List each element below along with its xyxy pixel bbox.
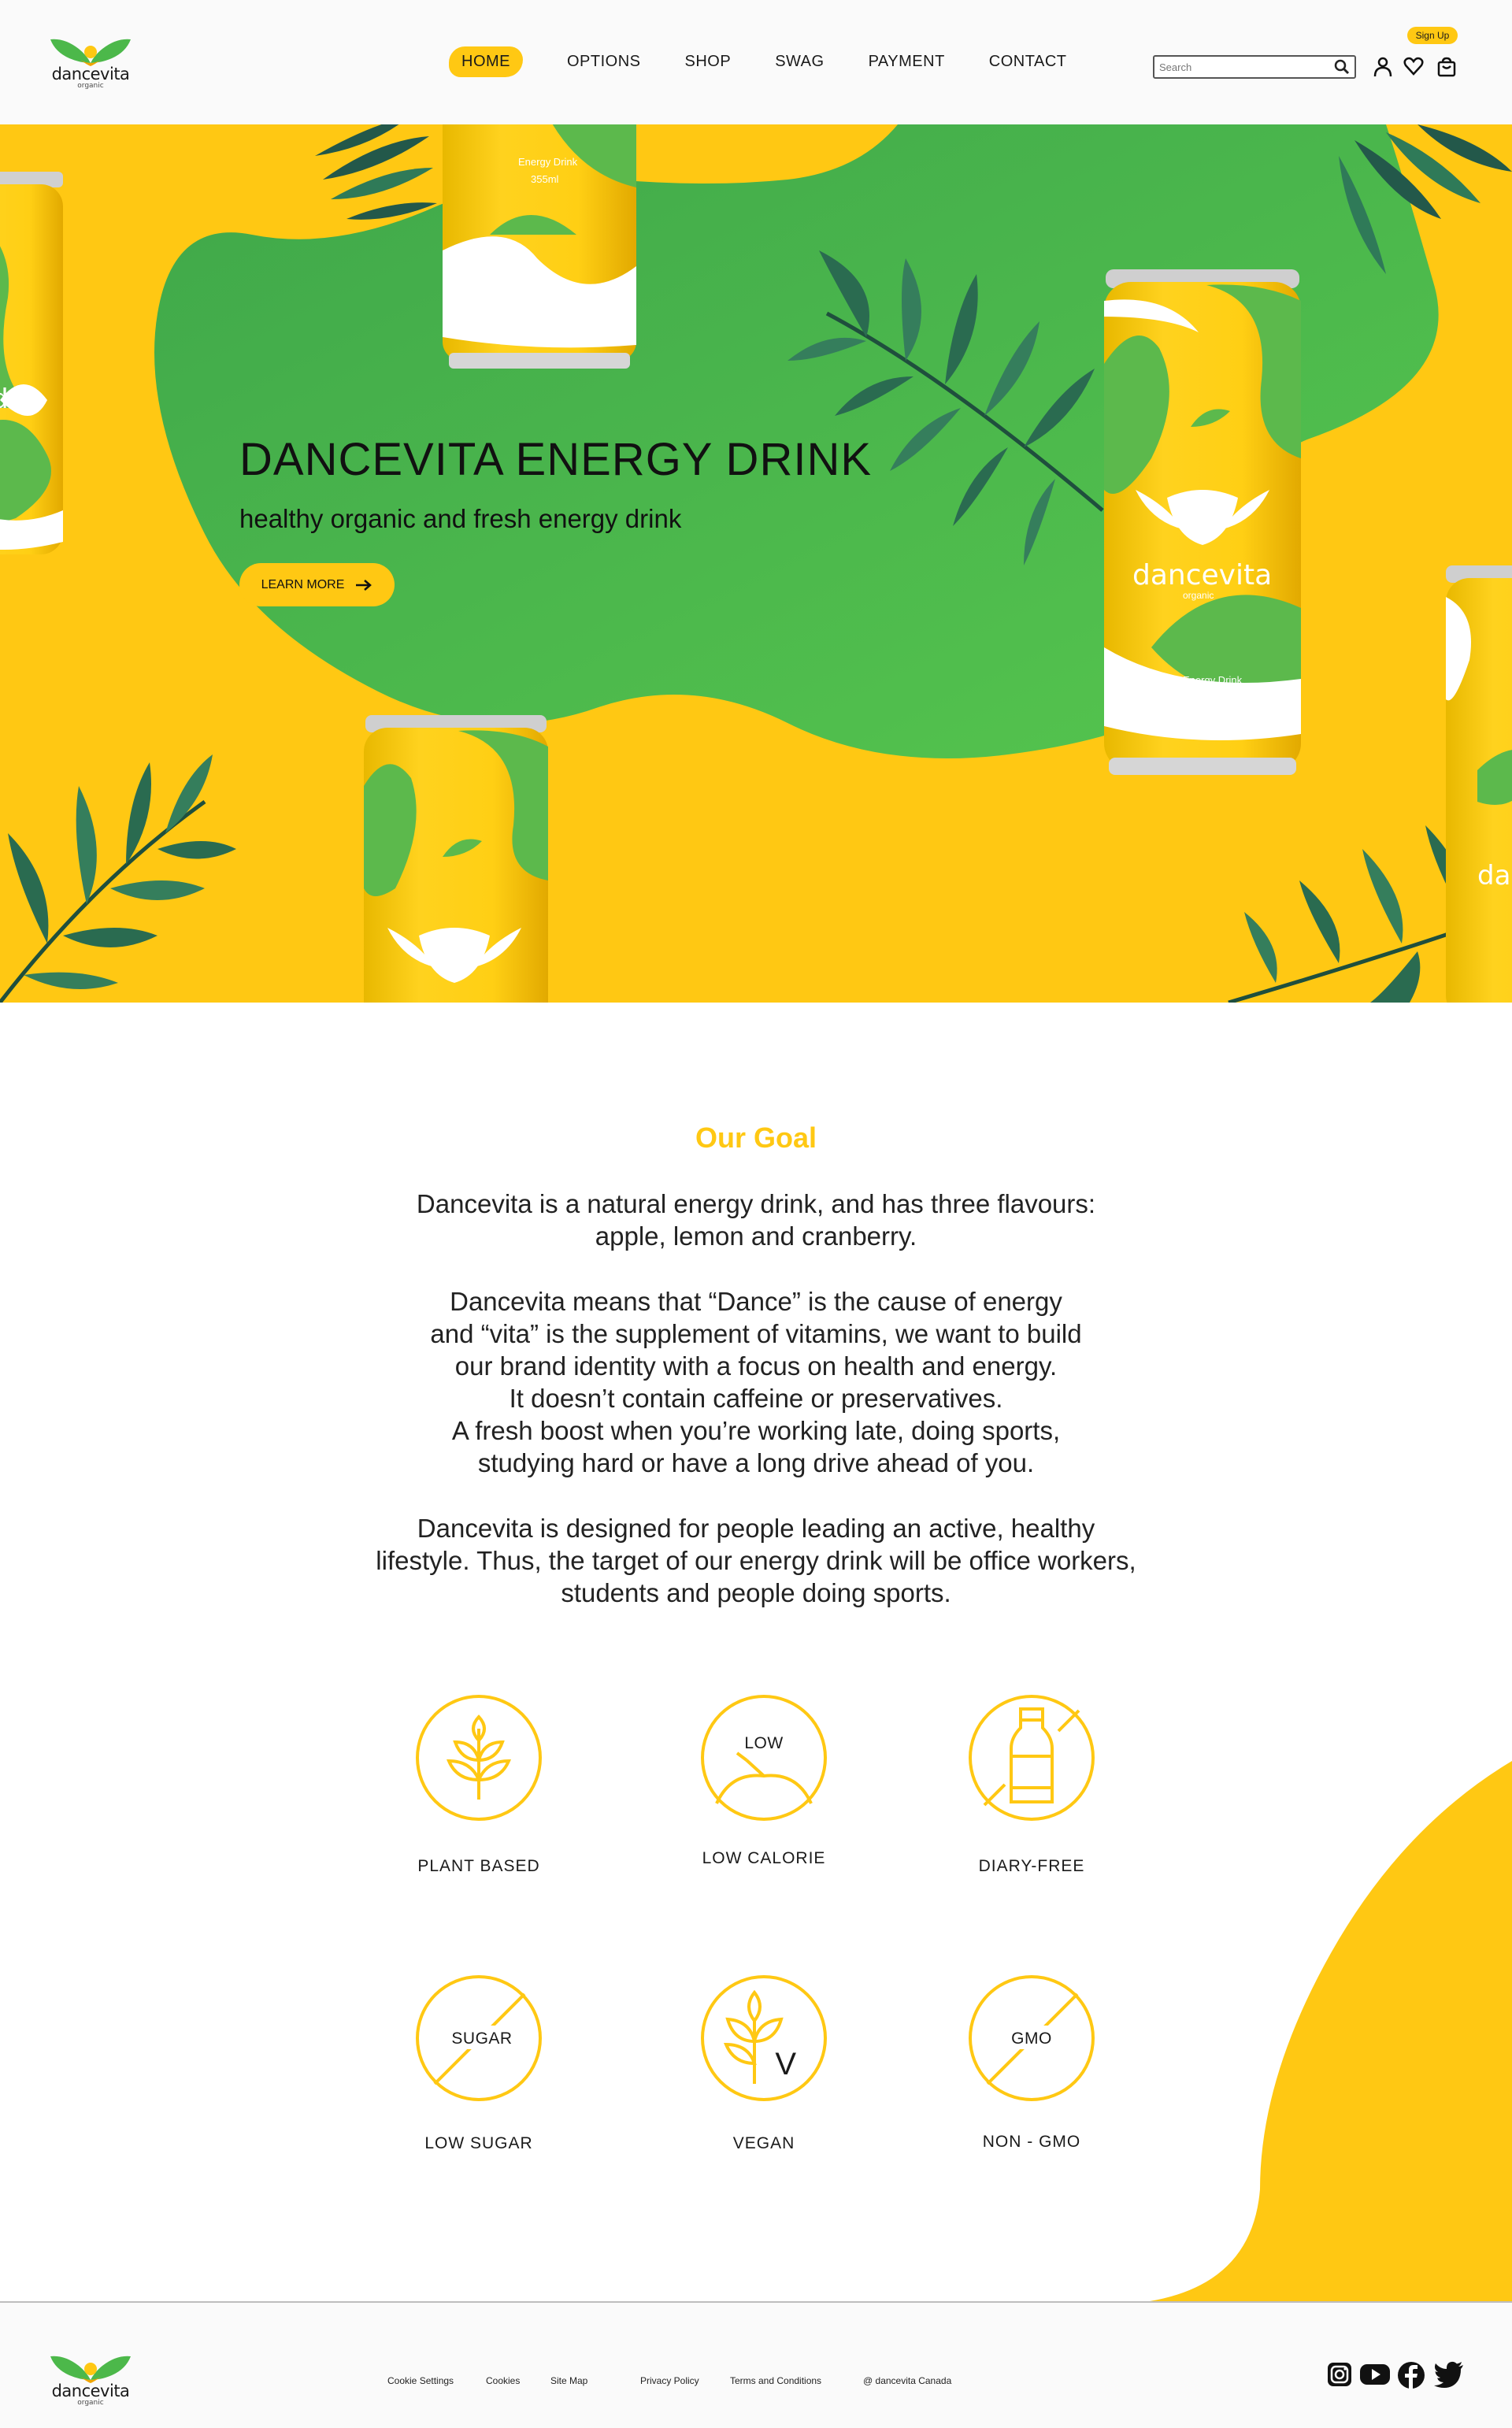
hero-subtitle: healthy organic and fresh energy drink	[239, 504, 682, 533]
can-right: da	[1446, 565, 1512, 1003]
nav-contact[interactable]: CONTACT	[989, 53, 1067, 71]
plant-icon	[416, 1695, 542, 1821]
goal-title: Our Goal	[695, 1121, 817, 1154]
goal-line: and “vita” is the supplement of vitamins…	[430, 1319, 1082, 1348]
goal-line: students and people doing sports.	[561, 1578, 951, 1607]
sugar-crossed-icon: SUGAR	[416, 1975, 542, 2101]
search-field[interactable]	[1153, 55, 1356, 79]
svg-text:Energy Drink: Energy Drink	[518, 156, 578, 168]
bottle-crossed-icon	[969, 1695, 1095, 1821]
site-footer: dancevita organic Cookie Settings Cookie…	[0, 2303, 1512, 2428]
feature-low-calorie: LOW LOW CALORIE	[669, 1693, 858, 1882]
feature-plant-based: PLANT BASED	[384, 1693, 573, 1882]
twitter-icon[interactable]	[1433, 2361, 1465, 2388]
feature-dairy-free: DIARY-FREE	[937, 1693, 1126, 1882]
can-main: dancevita organic Energy Drink 355ml	[1104, 269, 1301, 775]
search-icon[interactable]	[1334, 59, 1350, 75]
feature-label: LOW SUGAR	[424, 2134, 533, 2152]
nav-home[interactable]: HOME	[449, 46, 523, 77]
can-left: da	[0, 172, 63, 554]
cart-icon[interactable]	[1436, 57, 1457, 77]
can-top: Energy Drink 355ml	[443, 124, 636, 369]
logo-wings-icon	[50, 2356, 131, 2383]
footer-link-terms[interactable]: Terms and Conditions	[730, 2375, 821, 2386]
feature-label: VEGAN	[732, 2134, 795, 2152]
logo-wings-icon	[50, 39, 131, 66]
circle-text: V	[775, 2047, 796, 2081]
goal-line: It doesn’t contain caffeine or preservat…	[509, 1384, 1003, 1413]
footer-logo[interactable]: dancevita organic	[47, 2353, 134, 2407]
feature-label: LOW CALORIE	[702, 1849, 826, 1867]
vegan-icon: V	[701, 1975, 827, 2101]
goal-paragraph-1: Dancevita is a natural energy drink, and…	[284, 1188, 1228, 1252]
hero-illustration: Energy Drink 355ml da dancevita organic …	[0, 124, 1512, 1003]
search-input[interactable]	[1159, 59, 1325, 75]
svg-text:da: da	[1477, 860, 1510, 892]
low-calorie-icon: LOW	[701, 1695, 827, 1821]
goal-paragraph-2: Dancevita means that “Dance” is the caus…	[284, 1285, 1228, 1479]
palm-leaf-top-left	[315, 124, 437, 220]
can-brand-text: dancevita	[1132, 559, 1272, 591]
footer-copyright: @ dancevita Canada	[863, 2375, 952, 2386]
learn-more-button[interactable]: LEARN MORE	[239, 563, 395, 606]
goal-line: Dancevita is designed for people leading…	[417, 1514, 1095, 1543]
circle-text: LOW	[744, 1734, 783, 1752]
footer-link-cookies[interactable]: Cookies	[486, 2375, 520, 2386]
goal-line: A fresh boost when you’re working late, …	[451, 1416, 1061, 1445]
can-bottom	[364, 715, 548, 1003]
nav-options[interactable]: OPTIONS	[567, 53, 641, 71]
gmo-crossed-icon: GMO	[969, 1975, 1095, 2101]
hero-banner: Energy Drink 355ml da dancevita organic …	[0, 124, 1512, 1003]
brand-logo[interactable]: dancevita organic	[47, 36, 134, 90]
goal-line: lifestyle. Thus, the target of our energ…	[376, 1546, 1136, 1575]
youtube-icon[interactable]	[1359, 2361, 1391, 2388]
goal-line: Dancevita is a natural energy drink, and…	[416, 1189, 1096, 1218]
brand-sub: organic	[77, 2399, 104, 2407]
footer-link-privacy[interactable]: Privacy Policy	[640, 2375, 699, 2386]
goal-line: Dancevita means that “Dance” is the caus…	[450, 1287, 1062, 1316]
feature-low-sugar: SUGAR LOW SUGAR	[384, 1974, 573, 2163]
footer-link-cookie-settings[interactable]: Cookie Settings	[387, 2375, 454, 2386]
brand-sub: organic	[77, 82, 104, 90]
circle-text: SUGAR	[451, 2030, 512, 2048]
goal-paragraph-3: Dancevita is designed for people leading…	[284, 1512, 1228, 1609]
main-nav: HOME OPTIONS SHOP SWAG PAYMENT CONTACT	[449, 46, 1110, 77]
hero-title: DANCEVITA ENERGY DRINK	[239, 434, 873, 485]
goal-line: apple, lemon and cranberry.	[595, 1221, 917, 1251]
feature-vegan: V VEGAN	[669, 1974, 858, 2163]
svg-text:organic: organic	[1183, 590, 1214, 601]
brand-name: dancevita	[51, 65, 130, 83]
signup-button[interactable]: Sign Up	[1407, 27, 1458, 44]
feature-non-gmo: GMO NON - GMO	[937, 1974, 1126, 2163]
palm-leaf-bottom-left	[0, 754, 236, 1003]
brand-name: dancevita	[51, 2382, 130, 2400]
feature-label: PLANT BASED	[417, 1857, 540, 1875]
svg-text:355ml: 355ml	[531, 173, 559, 185]
footer-link-site-map[interactable]: Site Map	[550, 2375, 587, 2386]
nav-payment[interactable]: PAYMENT	[869, 53, 945, 71]
svg-text:Energy Drink: Energy Drink	[1183, 674, 1243, 686]
facebook-icon[interactable]	[1397, 2361, 1425, 2389]
goal-line: studying hard or have a long drive ahead…	[477, 1448, 1035, 1477]
goal-line: our brand identity with a focus on healt…	[454, 1351, 1058, 1381]
user-icon[interactable]	[1373, 57, 1392, 77]
nav-shop[interactable]: SHOP	[685, 53, 732, 71]
instagram-icon[interactable]	[1326, 2361, 1353, 2388]
nav-swag[interactable]: SWAG	[775, 53, 824, 71]
heart-icon[interactable]	[1403, 57, 1424, 76]
svg-text:355ml: 355ml	[1191, 691, 1219, 703]
site-header: dancevita organic HOME OPTIONS SHOP SWAG…	[0, 0, 1512, 124]
feature-label: DIARY-FREE	[978, 1857, 1085, 1875]
feature-label: NON - GMO	[982, 2133, 1081, 2151]
svg-text:da: da	[0, 382, 24, 414]
arrow-right-icon	[356, 579, 372, 591]
circle-text: GMO	[1011, 2030, 1052, 2048]
learn-more-label: LEARN MORE	[261, 577, 345, 591]
